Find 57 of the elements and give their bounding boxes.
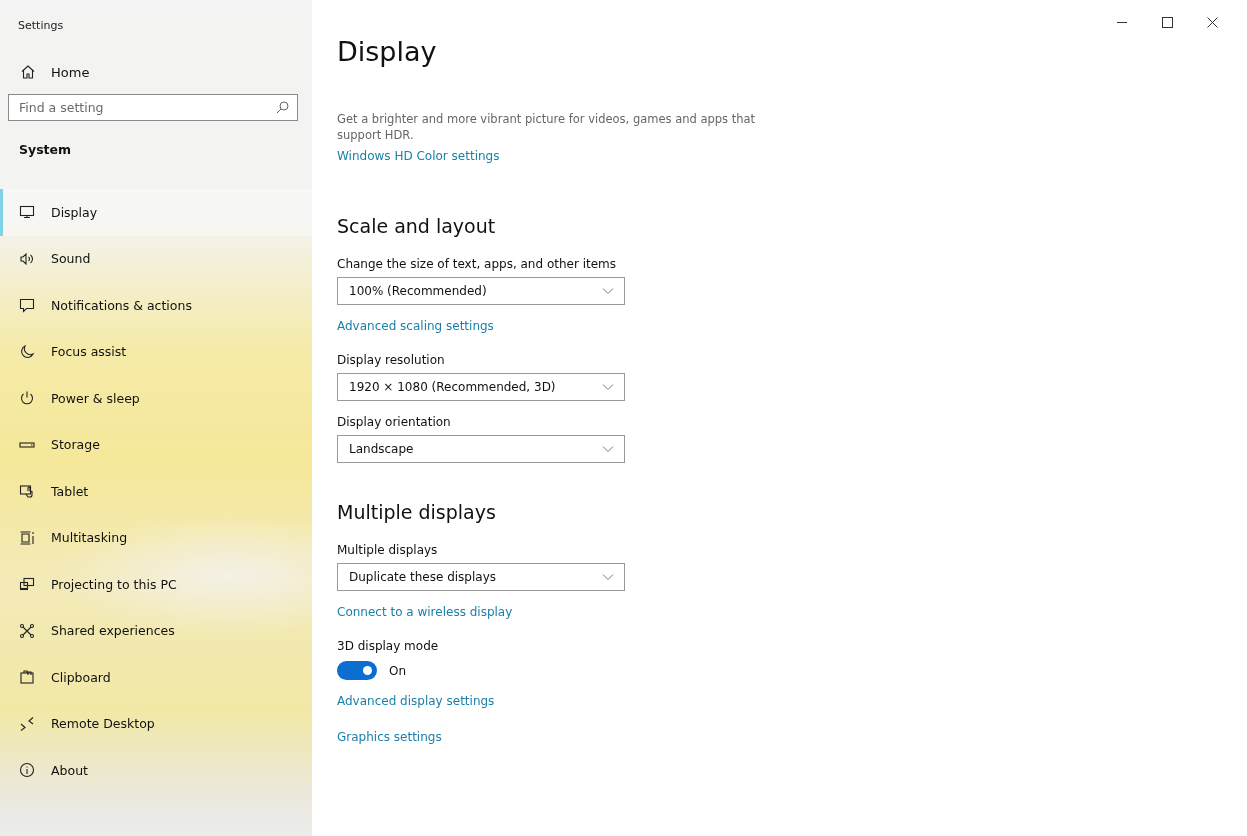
chevron-down-icon [602,573,614,581]
dropdown[interactable]: 100% (Recommended) [337,277,625,305]
moon-icon [19,343,35,360]
speech-bubble-icon [19,297,35,314]
clipboard-icon [19,669,35,686]
sidebar-item[interactable]: Multitasking [0,514,312,561]
toggle-switch[interactable] [337,661,377,680]
section-title: System [19,142,73,159]
multitasking-icon [19,529,35,546]
sidebar-item[interactable]: Projecting to this PC [0,561,312,608]
power-icon [19,390,35,407]
sidebar-item[interactable]: Remote Desktop [0,700,312,747]
monitor-icon [19,204,35,221]
sidebar-item[interactable]: Tablet [0,468,312,515]
page-title: Display [337,36,438,69]
field-label: Multiple displays [337,543,438,557]
field-label: 3D display mode [337,639,439,653]
sidebar-item[interactable]: Notifications & actions [0,282,312,329]
section-heading: Scale and layout [337,215,496,237]
sidebar-item[interactable]: About [0,747,312,794]
info-icon [19,762,35,779]
settings-link[interactable]: Advanced display settings [337,694,495,708]
sidebar-item[interactable]: Shared experiences [0,607,312,654]
tablet-icon [19,483,35,500]
close-icon [1207,16,1218,28]
search-field[interactable]: Find a setting [8,94,298,121]
settings-link[interactable]: Windows HD Color settings [337,149,500,163]
window-title: Settings [17,18,65,34]
toggle-state-label: On [389,663,407,678]
sidebar-item[interactable]: Storage [0,421,312,468]
field-label: Change the size of text, apps, and other items [337,257,617,271]
home-link[interactable]: Home [20,64,90,80]
sidebar-item[interactable]: Sound [0,235,312,282]
sidebar-item[interactable]: Power & sleep [0,375,312,422]
remote-arrows-icon [19,715,35,732]
settings-link[interactable]: Advanced scaling settings [337,319,494,333]
dropdown[interactable]: Duplicate these displays [337,563,625,591]
field-label: Display orientation [337,415,451,429]
network-nodes-icon [19,622,35,639]
dropdown[interactable]: Landscape [337,435,625,463]
projector-icon [19,576,35,593]
section-heading: Multiple displays [337,501,496,523]
settings-link[interactable]: Connect to a wireless display [337,605,513,619]
description-text: Get a brighter and more vibrant picture for videos, games and apps that support HDR. [337,111,757,143]
field-label: Display resolution [337,353,445,367]
maximize-icon [1162,16,1173,28]
chevron-down-icon [602,445,614,453]
sidebar-item[interactable]: Focus assist [0,328,312,375]
search-icon [276,101,289,114]
chevron-down-icon [602,383,614,391]
speaker-icon [19,250,35,267]
chevron-down-icon [602,287,614,295]
dropdown[interactable]: 1920 × 1080 (Recommended, 3D) [337,373,625,401]
home-icon [20,64,36,80]
sidebar-item[interactable]: Display [0,189,312,236]
sidebar-item[interactable]: Clipboard [0,654,312,701]
settings-link[interactable]: Graphics settings [337,730,442,744]
